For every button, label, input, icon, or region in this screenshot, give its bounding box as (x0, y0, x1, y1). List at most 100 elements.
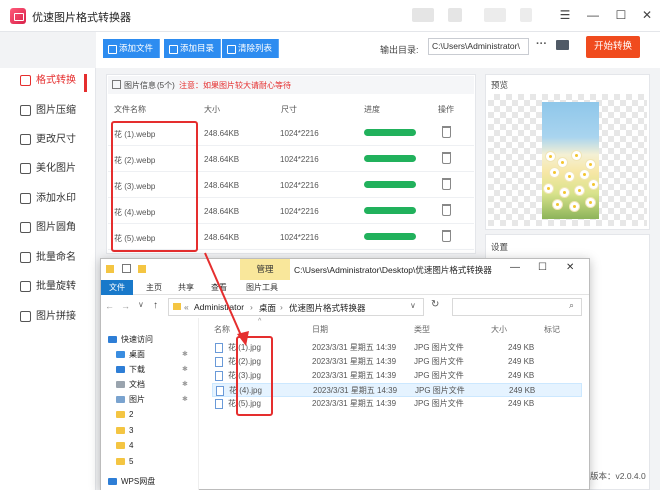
sidebar-item-compress[interactable]: 图片压缩 (0, 100, 96, 122)
col-header-size[interactable]: 大小 (204, 104, 220, 115)
col-header-date[interactable]: 日期 (312, 324, 328, 335)
col-header-dims[interactable]: 尺寸 (281, 104, 297, 115)
quick-folder-icon[interactable] (138, 265, 146, 273)
jpg-file-icon (215, 371, 223, 381)
recent-dropdown-icon[interactable]: ∨ (138, 300, 144, 309)
rename-icon (20, 252, 31, 263)
wps-cloud-icon (108, 478, 117, 485)
explorer-minimize-icon[interactable]: — (510, 262, 520, 273)
file-size: 248.64KB (204, 181, 240, 190)
search-icon[interactable]: ⌕ (569, 300, 574, 311)
col-header-name[interactable]: 文件名称 (114, 104, 146, 115)
explorer-file-size: 249 KB (508, 357, 535, 366)
clear-list-button[interactable]: 清除列表 (222, 39, 280, 58)
explorer-close-icon[interactable]: ✕ (566, 262, 574, 273)
nav-item[interactable]: 5 (116, 454, 133, 469)
explorer-file-date: 2023/3/31 星期五 14:39 (312, 343, 397, 352)
refresh-icon[interactable]: ↻ (431, 299, 439, 310)
add-directory-button[interactable]: 添加目录 (164, 39, 222, 58)
sidebar-item-format-convert[interactable]: 格式转换 (0, 70, 96, 92)
sidebar-item-resize[interactable]: 更改尺寸 (0, 129, 96, 151)
col-header-type[interactable]: 类型 (414, 324, 430, 335)
col-header-tags[interactable]: 标记 (544, 324, 560, 335)
file-dims: 1024*2216 (280, 155, 319, 164)
rotate-icon (20, 281, 31, 292)
pin-icon[interactable]: ✱ (182, 392, 188, 407)
beautify-icon (20, 163, 31, 174)
delete-icon[interactable] (442, 230, 451, 242)
sidebar-item-label: 添加水印 (36, 193, 76, 204)
delete-icon[interactable] (442, 152, 451, 164)
explorer-maximize-icon[interactable]: ☐ (538, 262, 547, 273)
breadcrumb-folder[interactable]: 优速图片格式转换器 (289, 302, 366, 314)
search-input[interactable] (452, 298, 582, 316)
nav-item-label: 5 (129, 457, 134, 466)
close-icon[interactable]: ✕ (638, 6, 656, 24)
sort-up-icon: ^ (258, 318, 262, 325)
folder-icon (106, 265, 114, 273)
nav-item[interactable]: 图片 ✱ (116, 392, 188, 407)
explorer-file-date: 2023/3/31 星期五 14:39 (312, 357, 397, 366)
pin-icon[interactable]: ✱ (182, 362, 188, 377)
open-folder-icon[interactable] (556, 40, 569, 50)
nav-item[interactable]: 文档 ✱ (116, 377, 188, 392)
manage-tab[interactable]: 管理 (240, 259, 290, 280)
progress-bar (364, 155, 416, 162)
delete-icon[interactable] (442, 204, 451, 216)
file-size: 248.64KB (204, 129, 240, 138)
breadcrumb-desktop[interactable]: 桌面 (259, 302, 276, 314)
add-file-button[interactable]: 添加文件 (103, 39, 161, 58)
minimize-icon[interactable]: — (584, 6, 602, 24)
jpg-file-icon (215, 343, 223, 353)
forward-icon[interactable]: → (121, 301, 130, 311)
back-icon[interactable]: ← (105, 301, 114, 311)
nav-item[interactable]: WPS网盘 (108, 474, 155, 489)
sidebar-item-beautify[interactable]: 美化图片 (0, 158, 96, 180)
sidebar-item-rotate[interactable]: 批量旋转 (0, 276, 96, 298)
checkbox-icon[interactable] (122, 264, 131, 273)
file-dims: 1024*2216 (280, 129, 319, 138)
explorer-file-size: 249 KB (508, 399, 535, 408)
col-header-progress[interactable]: 进度 (364, 104, 380, 115)
delete-icon[interactable] (442, 178, 451, 190)
col-header-file-name[interactable]: 名称 (214, 324, 230, 335)
compress-icon (20, 105, 31, 116)
account-info[interactable] (484, 8, 506, 22)
sidebar-item-round-corner[interactable]: 图片圆角 (0, 217, 96, 239)
explorer-file-size: 249 KB (508, 371, 535, 380)
tab-view[interactable]: 查看 (211, 282, 227, 293)
nav-item-label: 快速访问 (121, 335, 153, 344)
tab-picture-tools[interactable]: 图片工具 (246, 282, 278, 293)
sidebar-item-stitch[interactable]: 图片拼接 (0, 306, 96, 328)
pin-icon[interactable]: ✱ (182, 347, 188, 362)
folder-icon (116, 442, 125, 449)
account-status (520, 8, 532, 22)
nav-item[interactable]: 2 (116, 407, 133, 422)
avatar[interactable] (412, 8, 434, 22)
nav-item[interactable]: 4 (116, 438, 133, 453)
sidebar-item-rename[interactable]: 批量命名 (0, 247, 96, 269)
col-header-file-size[interactable]: 大小 (491, 324, 507, 335)
breadcrumb-administrator[interactable]: Administrator (194, 302, 244, 312)
nav-item[interactable]: 桌面 ✱ (116, 347, 188, 362)
sidebar-item-label: 美化图片 (36, 163, 76, 174)
menu-icon[interactable]: ☰ (556, 6, 574, 24)
pin-icon[interactable]: ✱ (182, 377, 188, 392)
address-dropdown-icon[interactable]: ∨ (410, 301, 416, 310)
sidebar-item-label: 图片拼接 (36, 311, 76, 322)
start-convert-button[interactable]: 开始转换 (586, 36, 640, 58)
nav-item[interactable]: 3 (116, 423, 133, 438)
watermark-icon (20, 193, 31, 204)
browse-button[interactable]: ··· (536, 38, 547, 50)
tab-share[interactable]: 共享 (178, 282, 194, 293)
sidebar-item-watermark[interactable]: 添加水印 (0, 188, 96, 210)
maximize-icon[interactable]: ☐ (612, 6, 630, 24)
tab-home[interactable]: 主页 (146, 282, 162, 293)
file-dims: 1024*2216 (280, 233, 319, 242)
nav-item[interactable]: 下载 ✱ (116, 362, 188, 377)
nav-item[interactable]: 快速访问 (108, 332, 153, 347)
delete-icon[interactable] (442, 126, 451, 138)
up-icon[interactable]: ↑ (153, 300, 158, 311)
tab-file[interactable]: 文件 (101, 280, 133, 295)
output-dir-input[interactable]: C:\Users\Administrator\ (428, 38, 529, 55)
